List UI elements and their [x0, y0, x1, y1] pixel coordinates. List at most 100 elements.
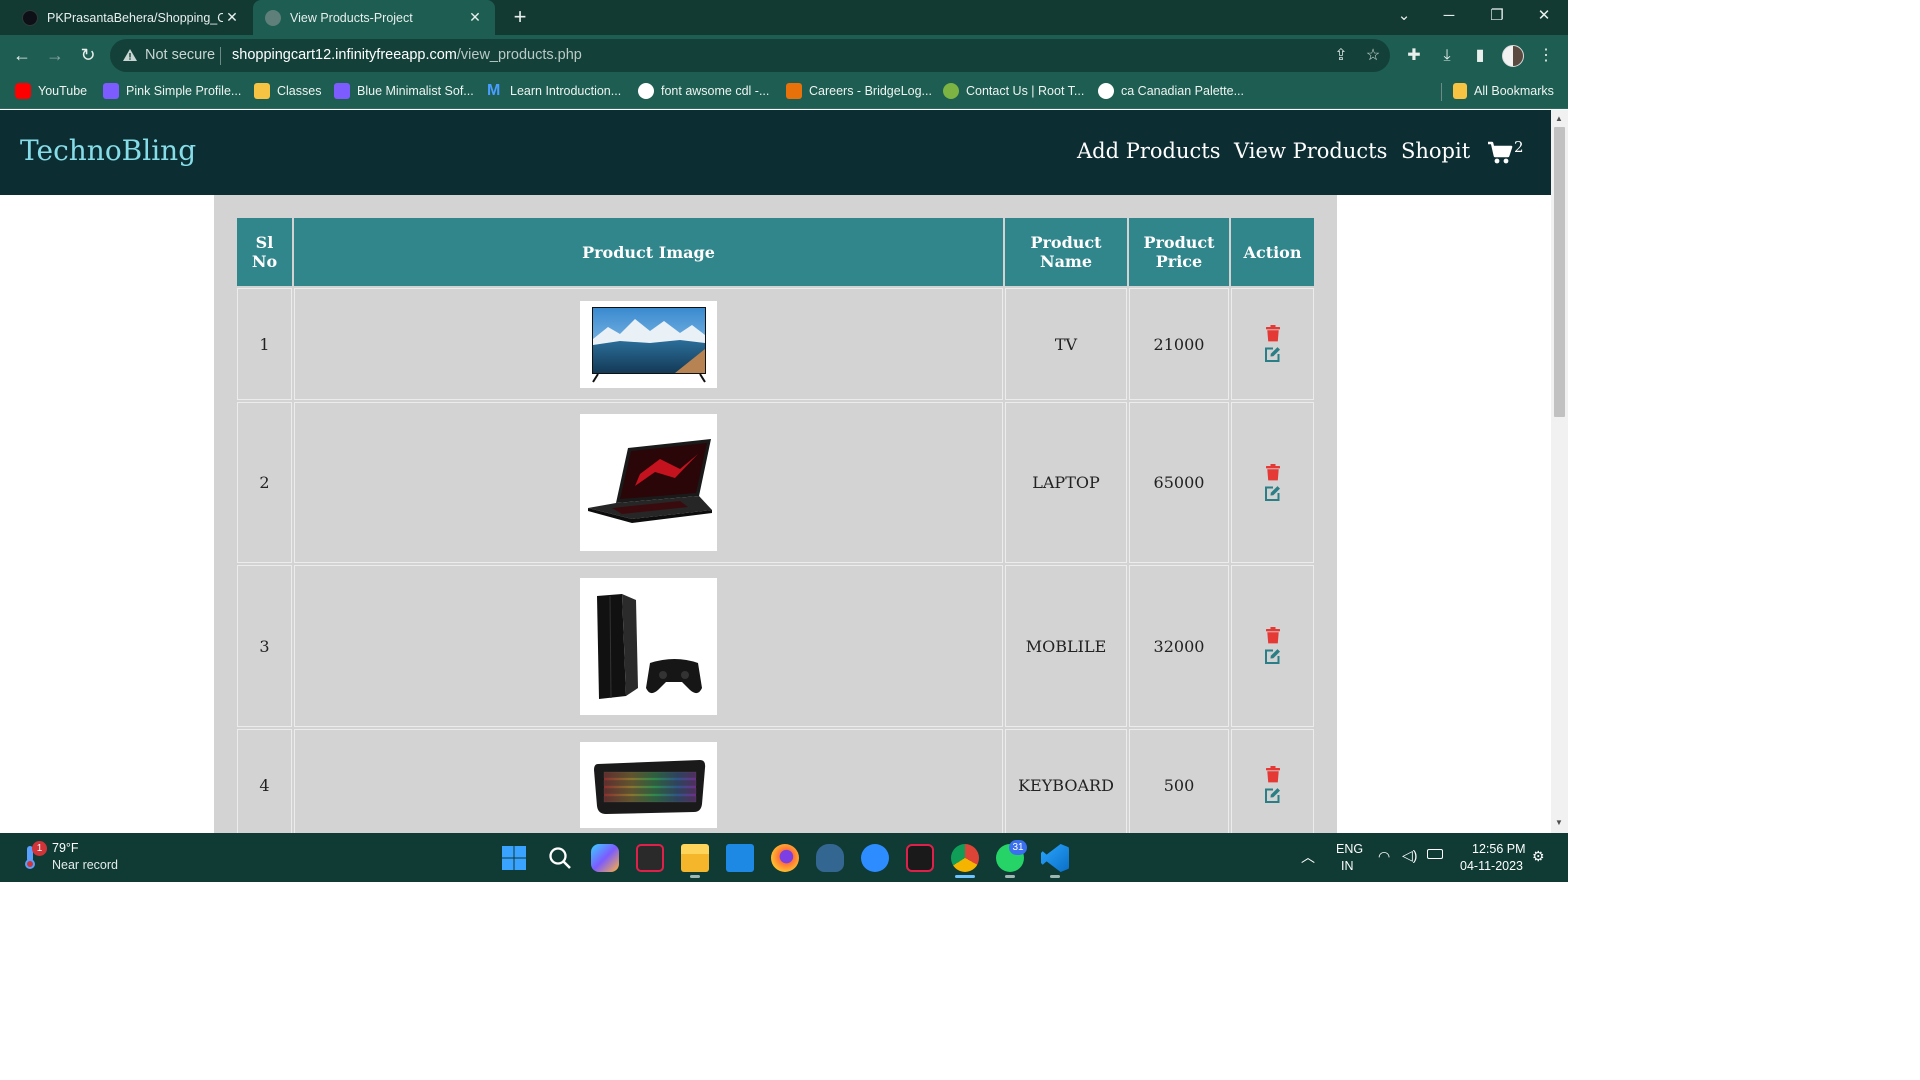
bookmark-youtube[interactable]: YouTube [15, 83, 87, 99]
table-row: 2 LAPTOP 65000 [237, 402, 1314, 563]
nav-shopit[interactable]: Shopit [1401, 139, 1470, 163]
close-window-button[interactable]: ✕ [1529, 4, 1559, 28]
firefox-icon[interactable] [771, 844, 799, 872]
search-icon[interactable] [546, 844, 574, 872]
address-bar[interactable]: Not secure shoppingcart12.infinityfreeap… [110, 39, 1390, 72]
minimize-button[interactable]: ─ [1434, 4, 1464, 28]
scroll-down-arrow-icon[interactable]: ▼ [1555, 818, 1563, 827]
share-icon[interactable]: ⇪ [1331, 46, 1351, 66]
scrollbar-thumb[interactable] [1554, 127, 1565, 417]
cell-sl-no: 4 [237, 729, 292, 833]
cell-product-price: 500 [1129, 729, 1229, 833]
edit-icon[interactable] [1264, 346, 1281, 363]
nav-view-products[interactable]: View Products [1234, 139, 1387, 163]
url-host: shoppingcart12.infinityfreeapp.com [232, 47, 457, 63]
download-icon[interactable]: ⤓ [1436, 45, 1458, 67]
side-panel-icon[interactable]: ▮ [1469, 45, 1491, 67]
copilot-icon[interactable] [591, 844, 619, 872]
restore-button[interactable]: ❐ [1482, 4, 1512, 28]
delete-trash-icon[interactable] [1265, 627, 1280, 644]
cell-action [1231, 565, 1314, 727]
cell-product-price: 65000 [1129, 402, 1229, 563]
bookmark-careers-bridgelog[interactable]: Careers - BridgeLog... [786, 83, 932, 99]
bookmark-contact-us-root[interactable]: Contact Us | Root T... [943, 83, 1084, 99]
back-button[interactable]: ← [10, 43, 34, 67]
delete-trash-icon[interactable] [1265, 463, 1280, 481]
weather-alert-badge: 1 [32, 841, 47, 856]
extensions-icon[interactable]: ✚ [1403, 45, 1425, 67]
bookmark-learn-introduction[interactable]: M Learn Introduction... [487, 83, 621, 99]
weather-temperature[interactable]: 79°F [52, 841, 79, 855]
bookmark-blue-minimalist[interactable]: Blue Minimalist Sof... [334, 83, 474, 99]
vscode-icon[interactable] [1041, 844, 1069, 872]
cell-product-price: 32000 [1129, 565, 1229, 727]
windows-start-icon[interactable] [500, 844, 528, 872]
tab-github[interactable]: PKPrasantaBehera/Shopping_Ca ✕ [8, 0, 252, 35]
volume-icon[interactable]: ◁) [1402, 847, 1417, 864]
product-image-laptop [580, 414, 717, 551]
wifi-icon[interactable]: ◠ [1378, 848, 1390, 865]
tab-view-products[interactable]: View Products-Project ✕ [253, 0, 495, 35]
snipping-tool-icon[interactable] [636, 844, 664, 872]
language-bottom[interactable]: IN [1341, 859, 1354, 873]
weather-description[interactable]: Near record [52, 858, 118, 872]
chrome-icon[interactable] [951, 844, 979, 872]
menu-icon[interactable]: ⋮ [1535, 45, 1557, 67]
laptop-image [588, 439, 712, 523]
all-bookmarks-button[interactable]: All Bookmarks [1453, 83, 1554, 99]
bookmark-classes[interactable]: Classes [254, 83, 321, 99]
delete-trash-icon[interactable] [1265, 766, 1280, 783]
screen-recorder-icon[interactable] [906, 844, 934, 872]
new-tab-button[interactable]: + [508, 4, 532, 30]
language-top[interactable]: ENG [1336, 842, 1363, 856]
star-icon[interactable]: ☆ [1363, 46, 1383, 66]
clock-time[interactable]: 12:56 PM [1472, 842, 1526, 856]
edit-icon[interactable] [1264, 648, 1281, 665]
scroll-up-arrow-icon[interactable]: ▲ [1555, 114, 1563, 123]
bookmark-pink-simple-profile[interactable]: Pink Simple Profile... [103, 83, 241, 99]
edit-icon[interactable] [1264, 485, 1281, 502]
bookmark-label: YouTube [38, 84, 88, 98]
site-brand[interactable]: TechnoBling [20, 134, 196, 167]
delete-trash-icon[interactable] [1265, 325, 1280, 342]
tray-overflow-chevron-icon[interactable]: ︿ [1301, 847, 1315, 867]
whatsapp-badge: 31 [1009, 840, 1027, 855]
reload-button[interactable]: ↻ [76, 43, 100, 67]
close-tab-icon[interactable]: ✕ [224, 9, 240, 25]
myhp-icon[interactable] [726, 844, 754, 872]
browser-toolbar: ← → ↻ Not secure shoppingcart12.infinity… [0, 35, 1568, 75]
root-icon [943, 83, 959, 99]
tv-image [592, 306, 706, 383]
edit-icon[interactable] [1264, 787, 1281, 804]
bookmark-label: ca Canadian Palette... [1121, 84, 1244, 98]
battery-icon[interactable] [1427, 849, 1443, 859]
bookmark-label: Pink Simple Profile... [126, 84, 242, 98]
header-sl-no: Sl No [237, 218, 292, 286]
table-header-row: Sl No Product Image Product Name Product… [237, 218, 1314, 286]
clock-date[interactable]: 04-11-2023 [1460, 859, 1523, 873]
cell-product-name: MOBLILE [1005, 565, 1127, 727]
table-row: 1 TV 21000 [237, 288, 1314, 400]
console-image [597, 593, 702, 699]
folder-icon [1453, 83, 1467, 99]
file-explorer-icon[interactable] [681, 844, 709, 872]
tab-search-chevron-icon[interactable]: ⌄ [1389, 4, 1419, 28]
page-viewport: TechnoBling Add Products View Products S… [0, 110, 1551, 833]
bookmark-label: font awsome cdl -... [661, 84, 770, 98]
bookmark-canadian-palette[interactable]: ca Canadian Palette... [1098, 83, 1244, 99]
url-text[interactable]: shoppingcart12.infinityfreeapp.com/view_… [232, 47, 582, 63]
postgresql-icon[interactable] [816, 844, 844, 872]
cart-icon[interactable] [1487, 140, 1513, 166]
page-scrollbar[interactable]: ▲ ▼ [1551, 110, 1568, 833]
security-label[interactable]: Not secure [145, 47, 215, 63]
zoom-icon[interactable] [861, 844, 889, 872]
notifications-icon[interactable]: ⚙ [1532, 848, 1545, 865]
nav-add-products[interactable]: Add Products [1077, 139, 1220, 163]
forward-button[interactable]: → [43, 43, 67, 67]
tab-title: PKPrasantaBehera/Shopping_Ca [47, 10, 223, 25]
close-tab-icon[interactable]: ✕ [467, 9, 483, 25]
product-image-keyboard [580, 742, 717, 828]
products-panel: Sl No Product Image Product Name Product… [214, 195, 1337, 833]
profile-avatar[interactable] [1502, 45, 1524, 67]
bookmark-font-awesome[interactable]: font awsome cdl -... [638, 83, 769, 99]
